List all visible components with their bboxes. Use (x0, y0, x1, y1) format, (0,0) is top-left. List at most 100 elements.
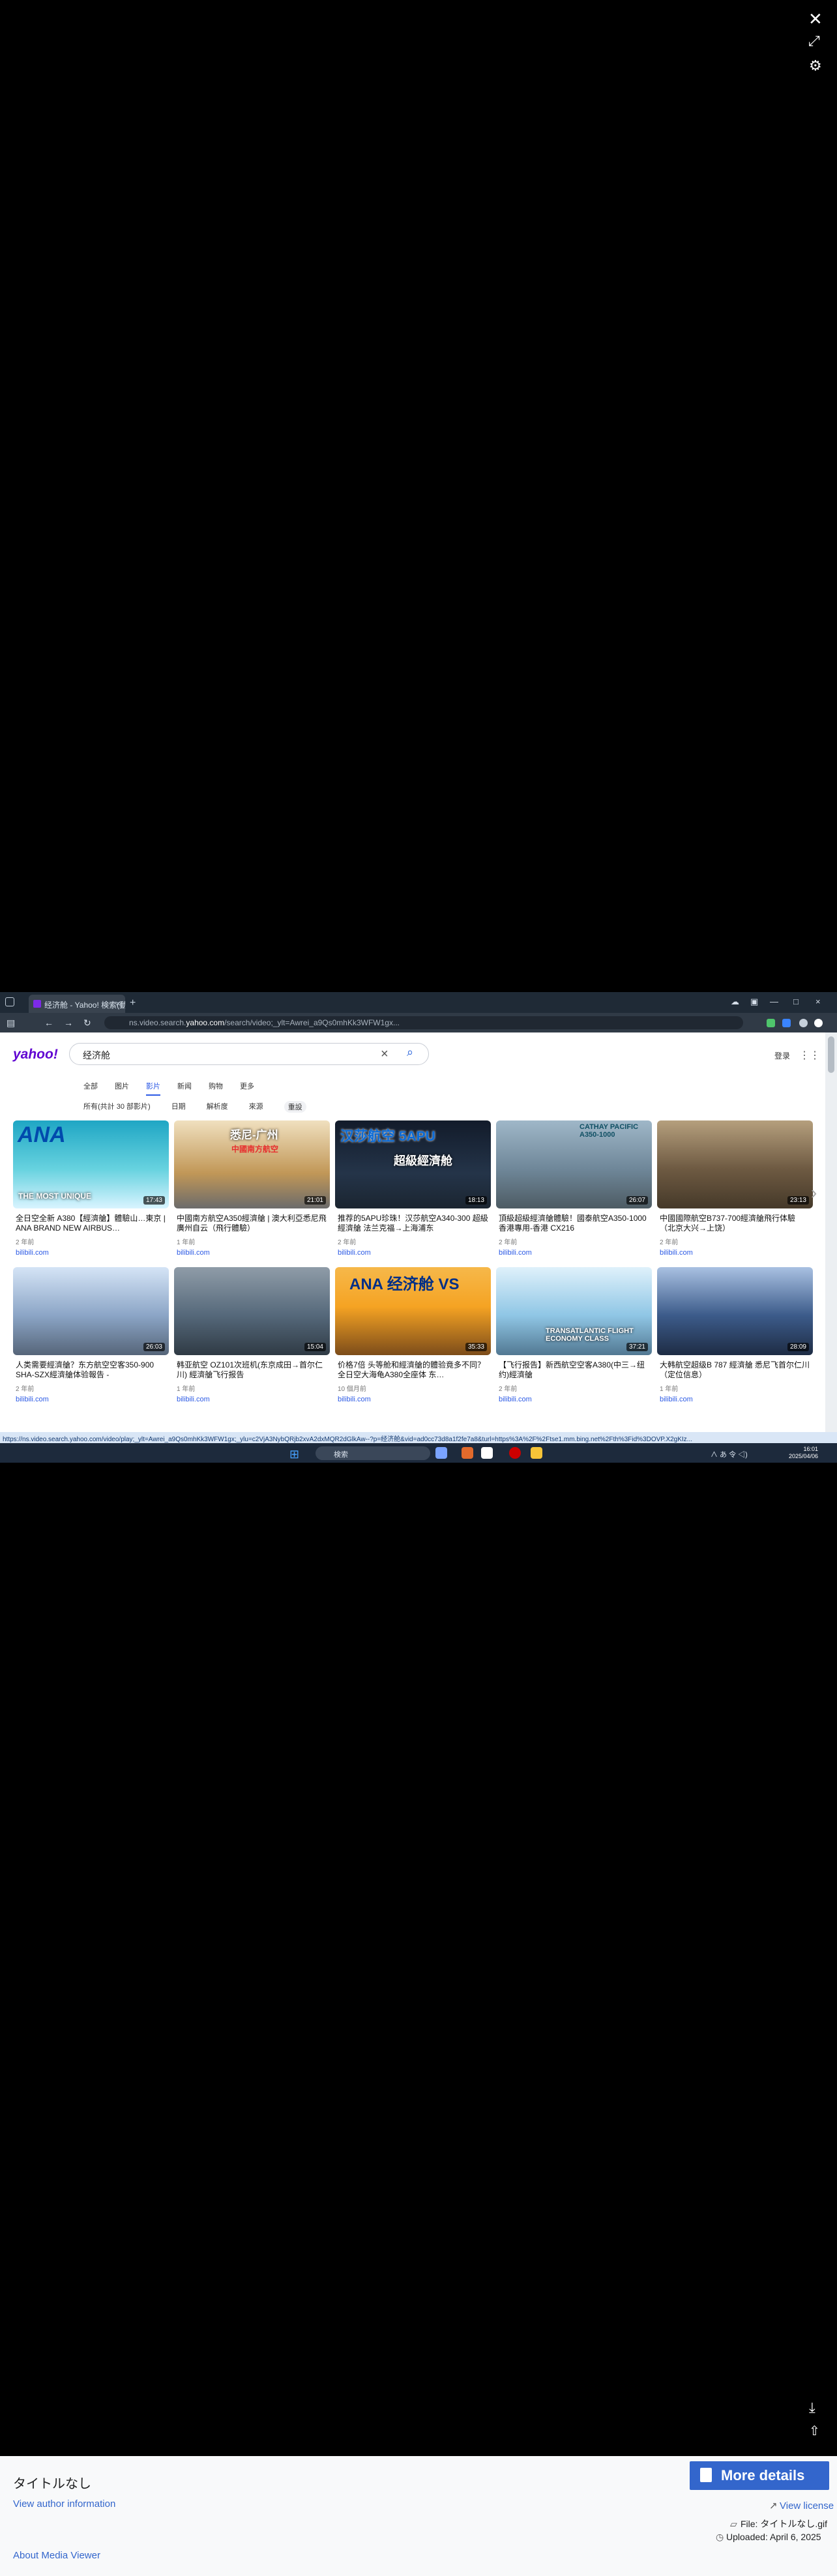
taskbar-clock[interactable]: 16:01 2025/04/06 (789, 1446, 818, 1460)
login-link[interactable]: 登录 (774, 1050, 790, 1061)
video-source[interactable]: bilibili.com (338, 1249, 371, 1257)
download-icon[interactable]: ⤓ (809, 2401, 815, 2415)
video-title[interactable]: 价格7倍 头等舱和經濟艙的體验竟多不同？全日空大海龟A380全座体 东… (338, 1360, 488, 1381)
maximize-button[interactable]: □ (793, 997, 799, 1006)
minimize-button[interactable]: — (770, 997, 778, 1006)
share-icon[interactable]: ⇧ (809, 2425, 820, 2438)
video-source[interactable]: bilibili.com (16, 1396, 49, 1403)
video-title[interactable]: 中國南方航空A350經濟艙 | 澳大利亞悉尼飛廣州自云（飛行體驗） (177, 1214, 327, 1234)
yahoo-logo[interactable]: yahoo! (13, 1047, 58, 1062)
forward-button[interactable]: → (64, 1017, 73, 1028)
more-details-button[interactable]: More details (690, 2461, 829, 2490)
video-source[interactable]: bilibili.com (660, 1249, 693, 1257)
video-thumbnail[interactable]: 28:09 (657, 1267, 813, 1355)
video-title[interactable]: 韩亚航空 OZ101次班机(东京成田→首尔仁川) 經濟艙飞行报告 (177, 1360, 327, 1381)
browser-menu-icon[interactable] (5, 997, 14, 1006)
reset-button[interactable]: 重設 (284, 1101, 306, 1113)
cloud-icon[interactable]: ☁ (731, 997, 739, 1007)
tab-close-button[interactable]: × (115, 999, 121, 1008)
carousel-next-button[interactable]: › (811, 1182, 817, 1203)
sidebar-icon[interactable]: ▤ (7, 1017, 15, 1029)
back-button[interactable]: ← (44, 1017, 53, 1028)
vertical-scrollbar[interactable] (825, 1032, 837, 1432)
video-card[interactable]: 26:03 人类需要經濟艙？东方航空空客350-900 SHA-SZX經濟艙体验… (13, 1267, 169, 1407)
video-source[interactable]: bilibili.com (177, 1249, 210, 1257)
video-title[interactable]: 中國國際航空B737-700經濟艙飛行体驗（北京大兴→上饶） (660, 1214, 810, 1234)
video-source[interactable]: bilibili.com (16, 1249, 49, 1257)
system-tray[interactable]: ∧ あ 令 ◁) (711, 1449, 748, 1459)
address-bar[interactable]: ns.video.search.yahoo.com/search/video;_… (104, 1016, 743, 1029)
video-card[interactable]: 15:04 韩亚航空 OZ101次班机(东京成田→首尔仁川) 經濟艙飞行报告 1… (174, 1267, 330, 1407)
video-views: 2 年前 (499, 1239, 518, 1246)
search-input[interactable]: 经济舱 (69, 1043, 429, 1065)
clear-search-button[interactable]: × (381, 1047, 389, 1062)
video-card[interactable]: ANA 经济舱 VS 35:33 价格7倍 头等舱和經濟艙的體验竟多不同？全日空… (335, 1267, 491, 1407)
video-card[interactable]: ANA THE MOST UNIQUE 17:43 全日空全新 A380【經濟艙… (13, 1120, 169, 1260)
video-thumbnail[interactable]: 23:13 (657, 1120, 813, 1208)
video-card[interactable]: 悉尼-广州 中國南方航空 21:01 中國南方航空A350經濟艙 | 澳大利亞悉… (174, 1120, 330, 1260)
video-source[interactable]: bilibili.com (499, 1249, 532, 1257)
tab-all[interactable]: 全部 (83, 1081, 98, 1096)
date-filter[interactable]: 日期 (171, 1101, 186, 1113)
video-title[interactable]: 推荐的5APU珍珠！汉莎航空A340-300 超級經濟艙 法兰克福→上海浦东 (338, 1214, 488, 1234)
tab-news[interactable]: 新闻 (177, 1081, 192, 1096)
video-thumbnail[interactable]: 15:04 (174, 1267, 330, 1355)
extension-icon[interactable] (782, 1019, 791, 1027)
video-thumbnail[interactable]: ANA 经济舱 VS 35:33 (335, 1267, 491, 1355)
taskbar-app-icon[interactable] (509, 1447, 521, 1459)
video-title[interactable]: 【飞行报告】新西航空空客A380(中三→纽约)經濟艙 (499, 1360, 649, 1381)
expand-icon[interactable]: ⤢ (808, 34, 820, 48)
browser-tab[interactable]: 经济舱 - Yahoo! 検索(動画) × (29, 995, 125, 1013)
tab-more[interactable]: 更多 (240, 1081, 254, 1096)
video-card[interactable]: 汉莎航空 5APU 超級經濟舱 18:13 推荐的5APU珍珠！汉莎航空A340… (335, 1120, 491, 1260)
video-thumbnail[interactable]: TRANSATLANTIC FLIGHT ECONOMY CLASS 37:21 (496, 1267, 652, 1355)
video-thumbnail[interactable]: 悉尼-广州 中國南方航空 21:01 (174, 1120, 330, 1208)
tab-images[interactable]: 图片 (115, 1081, 129, 1096)
avatar[interactable] (814, 1019, 823, 1027)
video-source[interactable]: bilibili.com (499, 1396, 532, 1403)
taskbar-app-icon[interactable] (462, 1447, 473, 1459)
search-icon[interactable]: ⌕ (407, 1046, 422, 1061)
video-title[interactable]: 人类需要經濟艙？东方航空空客350-900 SHA-SZX經濟艙体验報告 - (16, 1360, 166, 1381)
taskbar-app-icon[interactable] (531, 1447, 542, 1459)
video-card[interactable]: TRANSATLANTIC FLIGHT ECONOMY CLASS 37:21… (496, 1267, 652, 1407)
profile-icon[interactable] (799, 1019, 808, 1027)
video-card[interactable]: CATHAY PACIFIC A350-1000 26:07 頂級超級經濟艙體驗… (496, 1120, 652, 1260)
scrollbar-thumb[interactable] (828, 1036, 834, 1073)
gear-icon[interactable]: ⚙ (809, 59, 822, 73)
video-title[interactable]: 頂級超級經濟艙體驗！國泰航空A350-1000 香港專用-香港 CX216 (499, 1214, 649, 1234)
source-filter[interactable]: 來源 (249, 1101, 263, 1113)
video-thumbnail[interactable]: 26:03 (13, 1267, 169, 1355)
video-thumbnail[interactable]: ANA THE MOST UNIQUE 17:43 (13, 1120, 169, 1208)
video-title[interactable]: 全日空全新 A380【經濟艙】體驗山…東京 | ANA BRAND NEW AI… (16, 1214, 166, 1234)
yahoo-tab-icon (33, 1000, 41, 1008)
browser-toolbar: ▤ ← → ↻ ns.video.search.yahoo.com/search… (0, 1013, 837, 1032)
video-card[interactable]: 28:09 大韩航空超级B 787 經濟艙 悉尼飞首尔仁川（定位信息） 1 年前… (657, 1267, 813, 1407)
new-tab-button[interactable]: + (130, 997, 136, 1009)
reload-button[interactable]: ↻ (83, 1017, 91, 1029)
taskbar-app-icon[interactable] (435, 1447, 447, 1459)
video-source[interactable]: bilibili.com (177, 1396, 210, 1403)
taskbar-search[interactable]: 検索 (316, 1446, 430, 1460)
video-views: 2 年前 (338, 1239, 357, 1246)
video-thumbnail[interactable]: 汉莎航空 5APU 超級經濟舱 18:13 (335, 1120, 491, 1208)
window-close-button[interactable]: × (815, 997, 821, 1006)
video-source[interactable]: bilibili.com (338, 1396, 371, 1403)
tab-shopping[interactable]: 购物 (209, 1081, 223, 1096)
video-card[interactable]: 23:13 中國國際航空B737-700經濟艙飛行体驗（北京大兴→上饶） 2 年… (657, 1120, 813, 1260)
video-source[interactable]: bilibili.com (660, 1396, 693, 1403)
author-information-link[interactable]: View author information (13, 2498, 115, 2510)
license-link[interactable]: ↗ View license (769, 2500, 834, 2511)
tab-videos[interactable]: 影片 (146, 1081, 160, 1096)
reading-list-icon[interactable]: ▣ (750, 997, 758, 1007)
windows-start-icon[interactable]: ⊞ (289, 1448, 299, 1461)
close-viewer-button[interactable]: ✕ (808, 10, 823, 27)
taskbar-app-icon[interactable] (481, 1447, 493, 1459)
resolution-filter[interactable]: 解析度 (207, 1101, 228, 1113)
video-title[interactable]: 大韩航空超级B 787 經濟艙 悉尼飞首尔仁川（定位信息） (660, 1360, 810, 1381)
apps-icon[interactable]: ⋮⋮ (799, 1049, 820, 1062)
about-media-viewer-link[interactable]: About Media Viewer (13, 2550, 100, 2561)
extension-icon[interactable] (767, 1019, 775, 1027)
all-results-filter[interactable]: 所有(共計 30 部影片) (83, 1101, 151, 1113)
video-thumbnail[interactable]: CATHAY PACIFIC A350-1000 26:07 (496, 1120, 652, 1208)
